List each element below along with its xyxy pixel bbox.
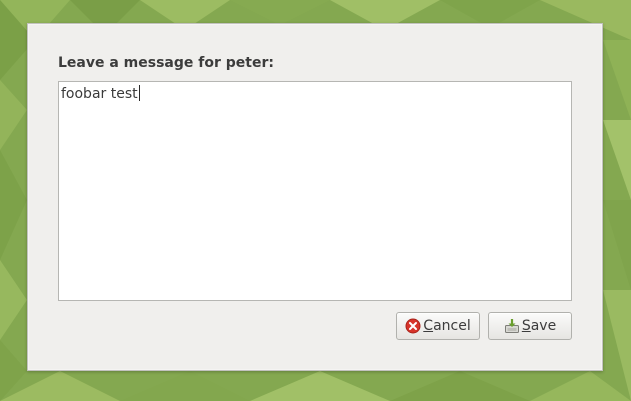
save-icon	[504, 318, 520, 334]
cancel-label: ancel	[433, 318, 471, 334]
save-label: ave	[530, 318, 557, 334]
cancel-icon	[405, 318, 421, 334]
message-text: foobar test	[61, 86, 138, 102]
save-button[interactable]: Save	[488, 312, 572, 340]
message-text-area[interactable]: foobar test	[58, 81, 572, 301]
cancel-button[interactable]: Cancel	[396, 312, 480, 340]
text-cursor	[138, 85, 140, 101]
dialog-prompt-label: Leave a message for peter:	[58, 55, 274, 71]
leave-message-dialog: Leave a message for peter: foobar test C…	[27, 23, 603, 371]
save-mnemonic: S	[521, 318, 531, 334]
cancel-mnemonic: C	[423, 318, 434, 334]
